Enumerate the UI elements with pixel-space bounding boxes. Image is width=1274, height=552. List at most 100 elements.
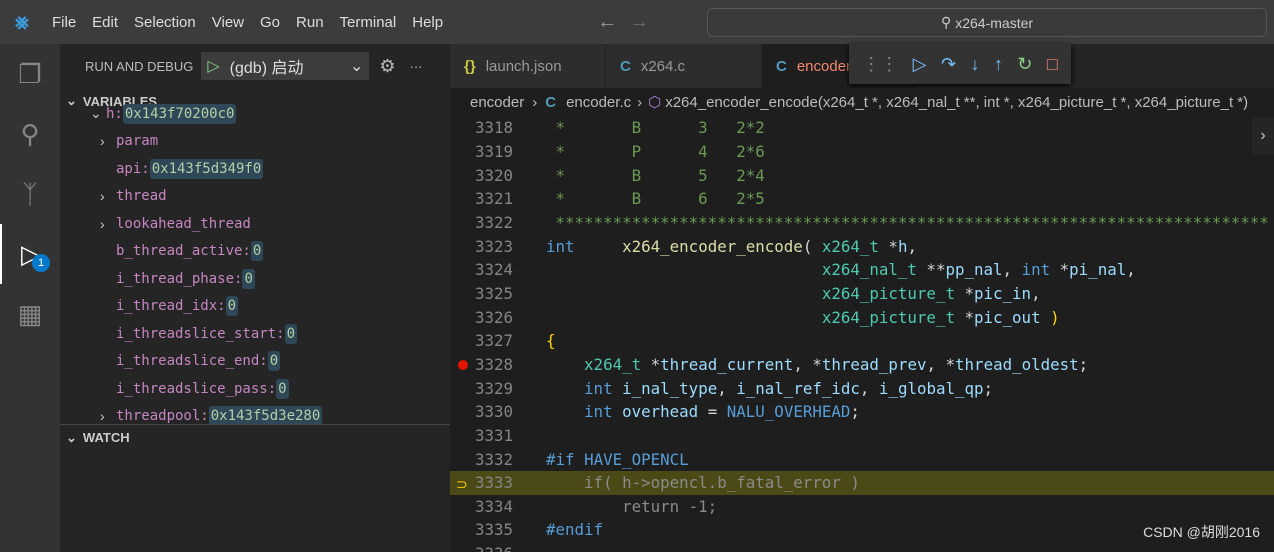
- stop-icon[interactable]: □: [1047, 54, 1058, 75]
- explorer-icon[interactable]: ❐: [0, 44, 60, 104]
- code-token: * B 5 2*4: [546, 165, 765, 185]
- code-token: *: [954, 307, 974, 327]
- json-file-icon: {}: [464, 57, 476, 75]
- menu-item-edit[interactable]: Edit: [84, 14, 126, 31]
- more-actions-icon[interactable]: ···: [410, 59, 423, 74]
- variable-name: api:: [116, 160, 150, 177]
- line-text: int x264_encoder_encode( x264_t *h,: [546, 237, 917, 256]
- line-number: 3336: [450, 544, 513, 552]
- code-line: 3329 int i_nal_type, i_nal_ref_idc, i_gl…: [450, 376, 1274, 400]
- variable-row[interactable]: ⌄ h: 0x143f70200c0: [60, 100, 450, 128]
- variable-row[interactable]: › threadpool: 0x143f5d3e280: [60, 403, 450, 424]
- tab-x264-c[interactable]: Cx264.c: [606, 44, 762, 88]
- code-token: pi_nal: [1069, 260, 1127, 280]
- line-number: 3330: [474, 402, 513, 422]
- menu-item-selection[interactable]: Selection: [126, 14, 204, 31]
- tab-launch-json[interactable]: {} launch.json: [450, 44, 606, 88]
- code-token: {: [546, 331, 556, 351]
- menu-item-go[interactable]: Go: [252, 14, 288, 31]
- code-token: * B 3 2*2: [546, 118, 765, 138]
- code-line: 3322 ***********************************…: [450, 211, 1274, 235]
- search-icon[interactable]: ⚲: [0, 104, 60, 164]
- code-line: 3328 x264_t *thread_current, *thread_pre…: [450, 353, 1274, 377]
- variable-row[interactable]: api: 0x143f5d349f0: [60, 155, 450, 183]
- variable-row[interactable]: › thread: [60, 183, 450, 211]
- code-line: 3334 return -1;: [450, 495, 1274, 519]
- back-arrow-icon[interactable]: ←: [591, 11, 623, 34]
- code-token: overhead: [622, 402, 699, 422]
- code-token: *: [641, 354, 661, 374]
- code-editor[interactable]: 3318 * B 3 2*2 3319 * P 4 2*6 3320 * B 5 2…: [450, 116, 1274, 552]
- code-token: HAVE_OPENCL: [584, 449, 689, 469]
- launch-config-select[interactable]: ▷ (gdb) 启动 ⌄: [201, 52, 370, 80]
- variable-row[interactable]: i_threadslice_pass: 0: [60, 375, 450, 403]
- variable-value: 0x143f5d3e280: [208, 406, 323, 424]
- menu-item-help[interactable]: Help: [404, 14, 451, 31]
- variable-row[interactable]: i_thread_phase: 0: [60, 265, 450, 293]
- variable-row[interactable]: › param: [60, 128, 450, 156]
- code-token: ,: [1126, 260, 1136, 280]
- step-into-icon[interactable]: ↓: [970, 54, 979, 75]
- code-token: ,: [907, 236, 917, 256]
- line-text: * B 6 2*5: [546, 189, 765, 208]
- breadcrumb-folder[interactable]: encoder: [470, 94, 524, 111]
- variable-name: thread: [116, 188, 167, 205]
- watch-label: WATCH: [82, 430, 130, 445]
- variable-row[interactable]: › lookahead_thread: [60, 210, 450, 238]
- line-text: * P 4 2*6: [546, 142, 765, 161]
- code-token: int: [584, 378, 613, 398]
- code-line: ⊃ 3333 if( h->opencl.b_fatal_error ): [450, 470, 1274, 495]
- forward-arrow-icon[interactable]: →: [623, 11, 655, 34]
- code-token: (: [802, 236, 822, 256]
- source-control-icon[interactable]: ᛉ: [0, 164, 60, 224]
- watch-section-header[interactable]: ⌄ WATCH: [60, 424, 450, 450]
- code-token: ,: [859, 378, 879, 398]
- variable-row[interactable]: b_thread_active: 0: [60, 238, 450, 266]
- code-token: int: [584, 402, 613, 422]
- menu-item-file[interactable]: File: [44, 14, 84, 31]
- code-line: 3331: [450, 424, 1274, 448]
- variable-row[interactable]: i_threadslice_start: 0: [60, 320, 450, 348]
- menu-item-terminal[interactable]: Terminal: [332, 14, 405, 31]
- code-token: if( h->opencl.b_fatal_error ): [546, 473, 860, 493]
- code-token: pic_out: [974, 307, 1041, 327]
- variable-row[interactable]: i_threadslice_end: 0: [60, 348, 450, 376]
- line-number: 3319: [474, 141, 513, 161]
- variable-name: i_threadslice_end:: [116, 353, 268, 370]
- menu-item-view[interactable]: View: [204, 14, 252, 31]
- code-line: 3318 * B 3 2*2: [450, 116, 1274, 140]
- search-icon: ⚲: [940, 14, 952, 30]
- breadcrumb-symbol[interactable]: x264_encoder_encode(x264_t *, x264_nal_t…: [665, 94, 1248, 111]
- code-token: #if: [546, 449, 575, 469]
- code-token: ,: [1031, 283, 1041, 303]
- line-number: 3329: [474, 378, 513, 398]
- code-token: i_nal_ref_idc: [736, 378, 860, 398]
- breakpoint-icon[interactable]: [458, 359, 468, 370]
- code-token: i_nal_type: [622, 378, 718, 398]
- code-token: i_global_qp: [878, 378, 984, 398]
- variable-name: i_threadslice_pass:: [116, 380, 277, 397]
- code-token: x264_t: [821, 236, 879, 256]
- gear-icon[interactable]: ⚙: [379, 56, 395, 77]
- variable-row[interactable]: i_thread_idx: 0: [60, 293, 450, 321]
- variable-name: i_thread_idx:: [116, 298, 226, 315]
- breadcrumb: encoder › C encoder.c › ⬡ x264_encoder_e…: [450, 88, 1274, 116]
- menu-item-run[interactable]: Run: [288, 14, 332, 31]
- start-debug-icon[interactable]: ▷: [207, 56, 219, 76]
- continue-icon[interactable]: ▷: [913, 54, 927, 75]
- activity-bar: ❐ ⚲ ᛉ ▷ 1 ▦: [0, 44, 60, 552]
- command-center-search[interactable]: ⚲ x264-master: [707, 8, 1267, 37]
- chevron-right-icon[interactable]: ›: [1252, 118, 1274, 154]
- restart-icon[interactable]: ↻: [1017, 54, 1032, 75]
- drag-handle-icon[interactable]: ⋮⋮: [862, 54, 898, 75]
- breadcrumb-file[interactable]: encoder.c: [566, 94, 631, 111]
- step-over-icon[interactable]: ↷: [941, 54, 956, 75]
- code-token: ;: [1078, 354, 1089, 374]
- run-debug-icon[interactable]: ▷ 1: [0, 224, 60, 284]
- line-number: 3322: [474, 212, 513, 232]
- extensions-icon[interactable]: ▦: [0, 284, 60, 344]
- step-out-icon[interactable]: ↑: [994, 54, 1003, 75]
